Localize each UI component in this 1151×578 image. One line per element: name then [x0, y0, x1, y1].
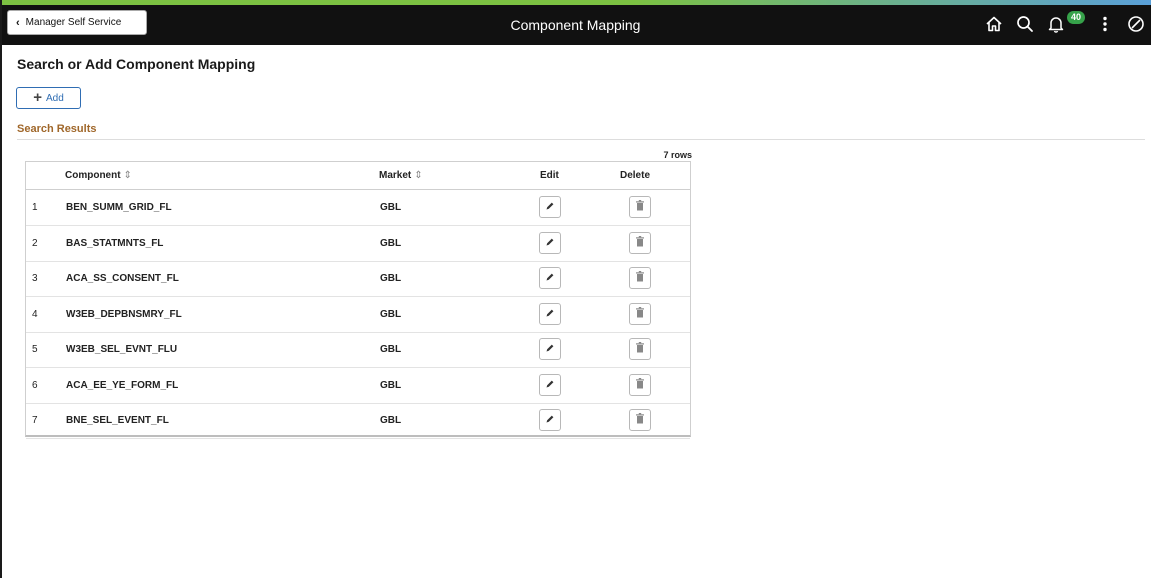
market-cell: GBL — [380, 415, 402, 426]
results-grid: Component ⇕ Market ⇕ Edit Delete 1 BEN_SUMM… — [25, 161, 691, 439]
plus-icon: + — [33, 89, 42, 106]
component-cell: BAS_STATMNTS_FL — [66, 237, 164, 249]
pencil-icon — [545, 411, 555, 429]
table-row: 2 BAS_STATMNTS_FL GBL — [26, 226, 690, 262]
section-divider — [17, 139, 1145, 140]
delete-button[interactable] — [629, 409, 651, 431]
window-frame-left — [0, 0, 2, 578]
trash-icon — [635, 234, 645, 252]
edit-column-header: Edit — [540, 170, 559, 181]
row-count: 7 rows — [663, 150, 692, 160]
delete-column-header: Delete — [620, 170, 651, 181]
pencil-icon — [545, 234, 555, 252]
row-number: 3 — [32, 273, 38, 284]
navbar-icon[interactable] — [1126, 14, 1146, 34]
table-row: 7 BNE_SEL_EVENT_FL GBL — [26, 403, 690, 439]
component-cell: ACA_SS_CONSENT_FL — [66, 273, 179, 284]
delete-button[interactable] — [629, 231, 651, 254]
back-button[interactable]: ‹ Manager Self Service — [7, 10, 147, 35]
home-icon[interactable] — [984, 14, 1004, 34]
table-row: 1 BEN_SUMM_GRID_FL GBL — [26, 190, 690, 226]
row-number: 6 — [32, 379, 38, 391]
delete-button[interactable] — [629, 196, 651, 218]
market-cell: GBL — [380, 202, 402, 213]
market-cell: GBL — [380, 273, 402, 284]
table-row: 6 ACA_EE_YE_FORM_FL GBL — [26, 368, 690, 404]
page-title: Search or Add Component Mapping — [17, 56, 256, 72]
notification-icon[interactable] — [1046, 14, 1066, 34]
trash-icon — [635, 198, 645, 216]
pencil-icon — [545, 198, 555, 216]
row-number: 7 — [32, 415, 38, 426]
market-cell: GBL — [380, 344, 402, 355]
edit-button[interactable] — [539, 338, 561, 360]
pencil-icon — [545, 269, 555, 287]
trash-icon — [635, 376, 645, 394]
pencil-icon — [545, 376, 555, 394]
row-number: 2 — [32, 237, 38, 249]
table-row: 4 W3EB_DEPBNSMRY_FL GBL — [26, 297, 690, 333]
sort-icon: ⇕ — [414, 170, 423, 181]
trash-icon — [635, 305, 645, 323]
table-row: 3 ACA_SS_CONSENT_FL GBL — [26, 261, 690, 297]
row-number: 4 — [32, 308, 38, 320]
edit-button[interactable] — [539, 373, 561, 396]
grid-header-row: Component ⇕ Market ⇕ Edit Delete — [26, 162, 690, 190]
delete-button[interactable] — [629, 267, 651, 289]
trash-icon — [635, 411, 645, 429]
trash-icon — [635, 340, 645, 358]
delete-button[interactable] — [629, 302, 651, 325]
market-column-header[interactable]: Market ⇕ — [379, 162, 423, 189]
pencil-icon — [545, 305, 555, 323]
market-cell: GBL — [380, 237, 402, 249]
edit-button[interactable] — [539, 302, 561, 325]
notification-count-badge: 40 — [1067, 11, 1086, 24]
table-row: 5 W3EB_SEL_EVNT_FLU GBL — [26, 332, 690, 368]
back-button-label: Manager Self Service — [25, 17, 122, 28]
edit-button[interactable] — [539, 196, 561, 218]
pencil-icon — [545, 340, 555, 358]
edit-button[interactable] — [539, 231, 561, 254]
page-heading: Component Mapping — [510, 17, 641, 33]
component-cell: W3EB_SEL_EVNT_FLU — [66, 344, 178, 355]
search-results-heading: Search Results — [17, 123, 97, 135]
component-cell: W3EB_DEPBNSMRY_FL — [66, 308, 182, 320]
market-cell: GBL — [380, 308, 402, 320]
trash-icon — [635, 269, 645, 287]
delete-button[interactable] — [629, 338, 651, 360]
chevron-left-icon: ‹ — [16, 16, 20, 29]
row-number: 1 — [32, 202, 38, 213]
component-cell: BEN_SUMM_GRID_FL — [66, 202, 172, 213]
edit-button[interactable] — [539, 409, 561, 431]
delete-button[interactable] — [629, 373, 651, 396]
edit-button[interactable] — [539, 267, 561, 289]
sort-icon: ⇕ — [123, 170, 132, 181]
actions-menu-icon[interactable] — [1095, 14, 1115, 34]
component-column-header[interactable]: Component ⇕ — [65, 162, 132, 189]
add-button[interactable]: + Add — [16, 87, 81, 109]
row-number: 5 — [32, 344, 38, 355]
component-cell: BNE_SEL_EVENT_FL — [66, 415, 169, 426]
add-button-label: Add — [45, 92, 64, 104]
component-cell: ACA_EE_YE_FORM_FL — [66, 379, 179, 391]
search-icon[interactable] — [1015, 14, 1035, 34]
market-cell: GBL — [380, 379, 402, 391]
